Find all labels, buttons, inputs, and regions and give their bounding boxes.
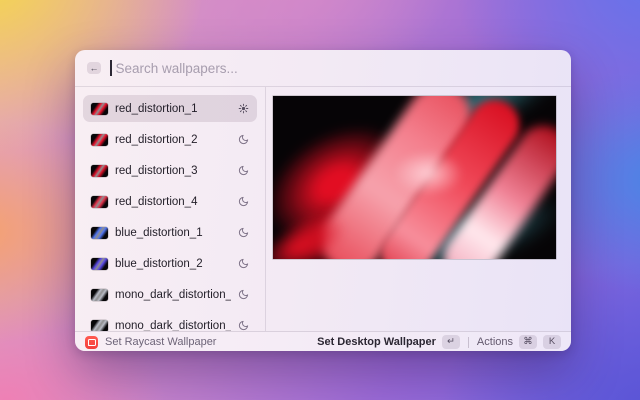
wallpaper-list-item[interactable]: mono_dark_distortion_1 (83, 281, 257, 308)
k-key-icon: K (543, 335, 561, 349)
wallpaper-name: red_distortion_3 (115, 165, 231, 177)
wallpaper-thumbnail (91, 165, 108, 177)
wallpaper-list-item[interactable]: red_distortion_3 (83, 157, 257, 184)
moon-icon (238, 165, 249, 176)
wallpaper-list-item[interactable]: blue_distortion_2 (83, 250, 257, 277)
search-bar: ← (75, 50, 571, 87)
moon-icon (238, 258, 249, 269)
actions-menu-button[interactable]: Actions ⌘ K (477, 335, 561, 349)
footer-divider (468, 337, 469, 348)
wallpaper-list-item[interactable]: red_distortion_2 (83, 126, 257, 153)
wallpaper-thumbnail (91, 103, 108, 115)
wallpaper-name: mono_dark_distortion_2 (115, 320, 231, 332)
preview-image (273, 96, 556, 259)
wallpaper-name: blue_distortion_2 (115, 258, 231, 270)
moon-icon (238, 196, 249, 207)
moon-icon (238, 320, 249, 331)
window-body: red_distortion_1 red_distortion_2 red_dist… (75, 87, 571, 331)
preview-streak (393, 151, 463, 196)
arrow-left-icon: ← (90, 64, 99, 73)
actions-label: Actions (477, 336, 513, 348)
cmd-key-icon: ⌘ (519, 335, 537, 349)
moon-icon (238, 134, 249, 145)
wallpaper-list: red_distortion_1 red_distortion_2 red_dist… (75, 87, 266, 331)
wallpaper-name: red_distortion_4 (115, 196, 231, 208)
enter-key-icon: ↵ (442, 335, 460, 349)
moon-icon (238, 227, 249, 238)
wallpaper-thumbnail (91, 227, 108, 239)
status-bar: Set Raycast Wallpaper Set Desktop Wallpa… (75, 331, 571, 351)
moon-icon (238, 289, 249, 300)
sun-icon (238, 103, 249, 114)
wallpaper-name: red_distortion_1 (115, 103, 231, 115)
wallpaper-list-item[interactable]: red_distortion_4 (83, 188, 257, 215)
raycast-icon (85, 336, 98, 349)
wallpaper-thumbnail (91, 134, 108, 146)
wallpaper-list-item[interactable]: red_distortion_1 (83, 95, 257, 122)
raycast-window: ← red_distortion_1red_distortion_2red_di… (75, 50, 571, 351)
preview-pane (266, 87, 571, 331)
desktop-background: ← red_distortion_1red_distortion_2red_di… (0, 0, 640, 400)
back-button[interactable]: ← (87, 62, 101, 74)
wallpaper-thumbnail (91, 196, 108, 208)
text-cursor (110, 60, 112, 76)
search-input[interactable] (114, 60, 560, 77)
primary-action-button[interactable]: Set Desktop Wallpaper ↵ (317, 335, 460, 349)
wallpaper-name: red_distortion_2 (115, 134, 231, 146)
wallpaper-thumbnail (91, 258, 108, 270)
command-title: Set Raycast Wallpaper (105, 336, 216, 348)
wallpaper-name: blue_distortion_1 (115, 227, 231, 239)
wallpaper-list-item[interactable]: mono_dark_distortion_2 (83, 312, 257, 331)
wallpaper-list-item[interactable]: blue_distortion_1 (83, 219, 257, 246)
wallpaper-name: mono_dark_distortion_1 (115, 289, 231, 301)
primary-action-label: Set Desktop Wallpaper (317, 336, 436, 348)
wallpaper-thumbnail (91, 320, 108, 332)
wallpaper-thumbnail (91, 289, 108, 301)
